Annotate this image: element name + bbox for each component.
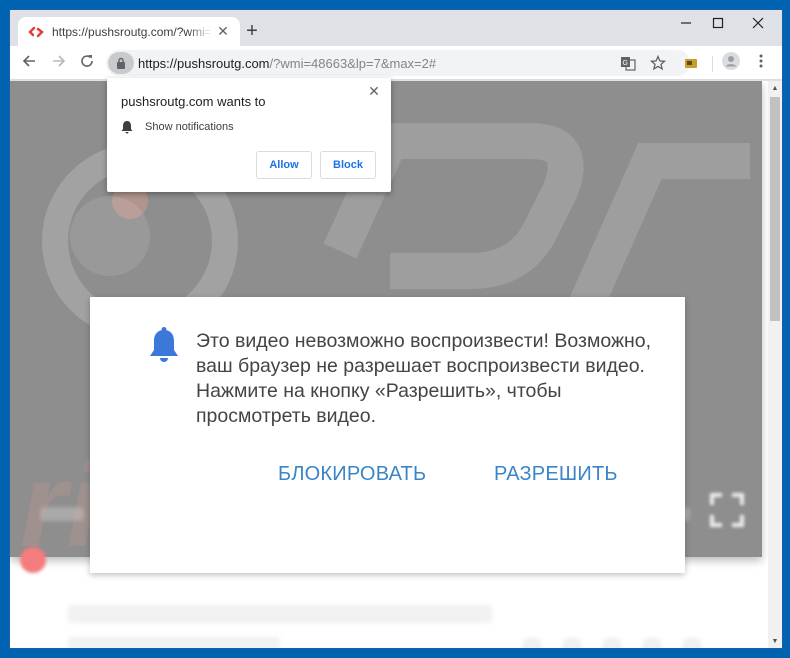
- placeholder-action-dot: [602, 637, 622, 648]
- extension-icon[interactable]: [682, 54, 700, 72]
- scroll-up-arrow-icon[interactable]: ▲: [768, 81, 782, 95]
- profile-button[interactable]: [722, 51, 740, 75]
- tab-active[interactable]: https://pushsroutg.com/?wmi=48663&lp=7&m…: [18, 17, 240, 46]
- video-current-time: [40, 507, 84, 521]
- toolbar: https://pushsroutg.com/?wmi=48663&lp=7&m…: [10, 46, 782, 80]
- scroll-down-arrow-icon[interactable]: ▼: [768, 634, 782, 648]
- tab-strip: https://pushsroutg.com/?wmi=48663&lp=7&m…: [10, 10, 782, 46]
- browser-window: https://pushsroutg.com/?wmi=48663&lp=7&m…: [10, 10, 782, 648]
- scroll-thumb[interactable]: [770, 97, 780, 321]
- maximize-icon: [712, 16, 724, 34]
- translate-icon[interactable]: G: [620, 55, 636, 71]
- permission-row: Show notifications: [121, 120, 234, 134]
- tab-title: https://pushsroutg.com/?wmi=48663&lp=7&m…: [52, 24, 212, 39]
- url-path: /?wmi=48663&lp=7&max=2#: [269, 55, 437, 71]
- back-button[interactable]: [18, 52, 40, 74]
- page-scrollbar[interactable]: ▲ ▼: [768, 81, 782, 648]
- new-tab-button[interactable]: +: [242, 21, 262, 42]
- close-icon: [752, 16, 764, 34]
- block-button[interactable]: БЛОКИРОВАТЬ: [278, 463, 426, 486]
- menu-icon: [759, 54, 763, 73]
- placeholder-action-dot: [562, 637, 582, 648]
- placeholder-title-bar: [68, 605, 492, 623]
- address-bar[interactable]: https://pushsroutg.com/?wmi=48663&lp=7&m…: [106, 50, 690, 76]
- reload-icon: [80, 54, 94, 73]
- popup-close-icon[interactable]: ✕: [367, 84, 381, 98]
- url-host: https://pushsroutg.com: [138, 55, 270, 71]
- close-window-button[interactable]: [738, 14, 778, 36]
- allow-notifications-button[interactable]: Allow: [256, 151, 312, 179]
- lock-icon[interactable]: [108, 52, 134, 74]
- placeholder-action-dot: [682, 637, 702, 648]
- forward-icon: [52, 54, 66, 73]
- placeholder-action-dot: [522, 637, 542, 648]
- bell-icon: [121, 121, 133, 134]
- svg-text:G: G: [623, 60, 628, 67]
- profile-icon: [722, 51, 740, 75]
- back-icon: [22, 54, 36, 73]
- toolbar-separator: [712, 56, 713, 72]
- allow-button[interactable]: РАЗРЕШИТЬ: [494, 463, 618, 486]
- star-icon[interactable]: [650, 55, 666, 71]
- dialog-message: Это видео невозможно воспроизвести! Возм…: [196, 330, 652, 427]
- url-text: https://pushsroutg.com/?wmi=48663&lp=7&m…: [138, 56, 436, 71]
- site-favicon-icon: [28, 24, 44, 40]
- block-notifications-button[interactable]: Block: [320, 151, 376, 179]
- maximize-button[interactable]: [698, 14, 738, 36]
- fullscreen-icon[interactable]: [710, 493, 744, 527]
- reload-button[interactable]: [76, 52, 98, 74]
- placeholder-subtitle-bar: [68, 637, 280, 648]
- permission-label: Show notifications: [145, 121, 234, 133]
- site-notification-dialog: Это видео невозможно воспроизвести! Возм…: [90, 297, 685, 573]
- video-progress-handle[interactable]: [20, 547, 46, 573]
- notification-permission-popup: pushsroutg.com wants to ✕ Show notificat…: [107, 78, 391, 192]
- bell-icon: [150, 327, 178, 362]
- tab-close-icon[interactable]: ✕: [216, 24, 230, 38]
- minimize-icon: [680, 16, 692, 34]
- popup-title: pushsroutg.com wants to: [121, 94, 266, 109]
- menu-button[interactable]: [752, 54, 770, 72]
- placeholder-action-dot: [642, 637, 662, 648]
- forward-button[interactable]: [48, 52, 70, 74]
